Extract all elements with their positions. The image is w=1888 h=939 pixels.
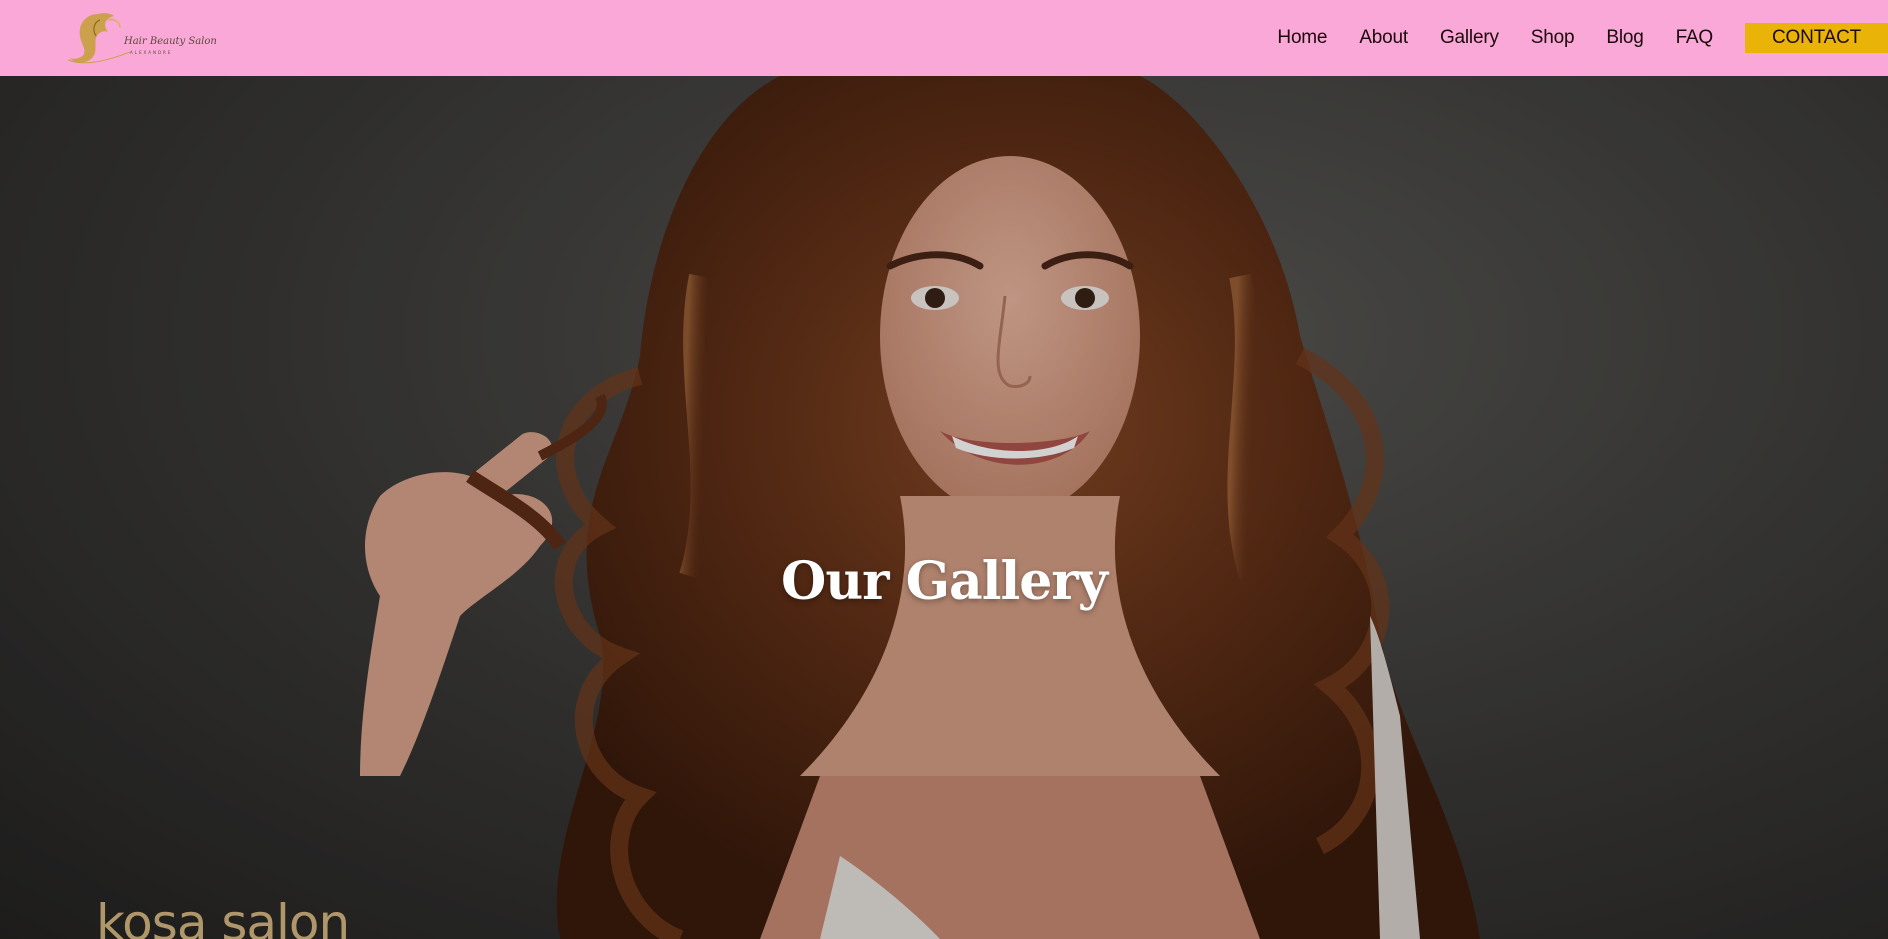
logo-link[interactable]: Hair Beauty Salon ALEXANDRE [64,8,217,66]
main-nav: Home About Gallery Shop Blog FAQ CONTACT [1277,0,1888,76]
site-header: Hair Beauty Salon ALEXANDRE Home About G… [0,0,1888,76]
nav-faq[interactable]: FAQ [1676,27,1714,49]
logo-name: Hair Beauty Salon [124,36,217,47]
page-title: Our Gallery [781,550,1108,612]
logo-tagline: ALEXANDRE [130,50,173,55]
page: Hair Beauty Salon ALEXANDRE Home About G… [0,0,1888,939]
nav-home[interactable]: Home [1277,27,1327,49]
hero-overlay [0,76,1888,939]
nav-gallery[interactable]: Gallery [1440,27,1499,49]
contact-button[interactable]: CONTACT [1745,23,1888,53]
nav-about[interactable]: About [1359,27,1408,49]
salon-watermark: kosa salon [96,894,350,939]
hero-section: Our Gallery kosa salon [0,76,1888,939]
nav-shop[interactable]: Shop [1531,27,1575,49]
nav-blog[interactable]: Blog [1606,27,1643,49]
